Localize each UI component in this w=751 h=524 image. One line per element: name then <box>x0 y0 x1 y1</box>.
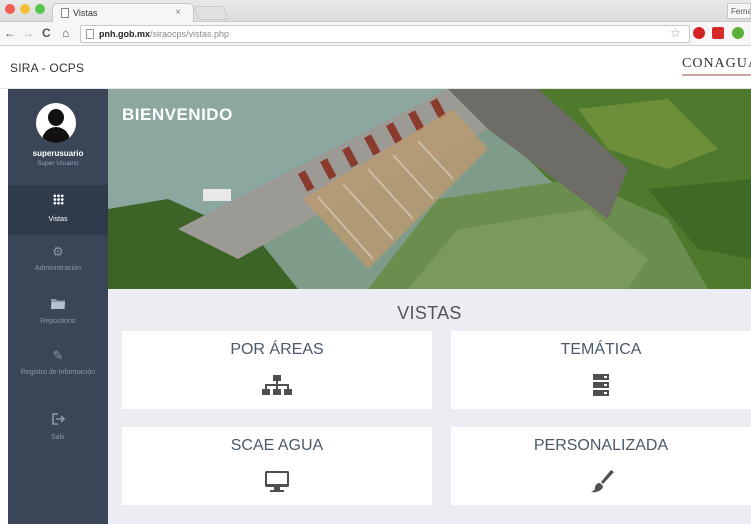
close-window-button[interactable] <box>5 4 15 14</box>
minimize-window-button[interactable] <box>20 4 30 14</box>
sidebar-item-label: Vistas <box>48 216 68 223</box>
page-icon <box>61 8 69 18</box>
user-icon-head <box>48 109 64 126</box>
sitemap-icon <box>122 373 432 397</box>
maximize-window-button[interactable] <box>35 4 45 14</box>
paintbrush-icon <box>451 469 751 493</box>
folder-icon <box>8 297 108 312</box>
user-profile: superusuario Super Usuario <box>8 89 108 185</box>
pinterest-extension-icon[interactable] <box>693 27 705 39</box>
address-bar[interactable]: pnh.gob.mx/siraocps/vistas.php <box>80 25 690 43</box>
desktop-icon <box>122 469 432 493</box>
browser-tabbar: Vistas × Ferna <box>0 0 751 22</box>
section-title: VISTAS <box>397 303 462 323</box>
sidebar-item-administracion[interactable]: ⚙ Administración <box>8 237 108 287</box>
logo-subline <box>682 74 751 76</box>
new-tab-button[interactable] <box>193 6 229 20</box>
card-scae-agua[interactable]: SCAE AGUA <box>122 427 432 505</box>
gear-icon: ⚙ <box>52 244 64 259</box>
card-por-areas[interactable]: POR ÁREAS <box>122 331 432 409</box>
sidebar-item-registro[interactable]: ✎ Registro de Información <box>8 341 108 403</box>
card-label: SCAE AGUA <box>230 437 324 454</box>
grid-icon <box>52 194 64 205</box>
app-header: SIRA - OCPS CONAGUA <box>0 46 751 89</box>
page-icon <box>86 29 94 39</box>
browser-user-badge[interactable]: Ferna <box>727 3 751 19</box>
sidebar-item-label: Administración <box>35 265 81 272</box>
reload-icon[interactable]: C <box>42 27 51 39</box>
sign-out-icon <box>8 413 108 428</box>
browser-toolbar: ← → C ⌂ pnh.gob.mx/siraocps/vistas.php ☆ <box>0 22 751 46</box>
bookmark-star-icon[interactable]: ☆ <box>670 26 681 40</box>
sidebar-item-label: Registro de Información <box>20 369 96 376</box>
main-content: VISTAS POR ÁREAS TEMÁTICA SCAE AGUA PERS… <box>108 289 751 524</box>
card-label: PERSONALIZADA <box>533 437 669 454</box>
extension-green-icon[interactable] <box>732 27 744 39</box>
card-label: POR ÁREAS <box>230 341 324 358</box>
hero-title: BIENVENIDO <box>122 105 233 124</box>
browser-tab[interactable]: Vistas × <box>52 3 194 22</box>
card-personalizada[interactable]: PERSONALIZADA <box>451 427 751 505</box>
hero-banner: BIENVENIDO <box>108 89 751 289</box>
pencil-icon: ✎ <box>52 348 64 363</box>
url-host: pnh.gob.mx <box>99 29 150 39</box>
home-icon[interactable]: ⌂ <box>62 27 69 39</box>
back-arrow-icon[interactable]: ← <box>4 27 16 39</box>
username: superusuario <box>32 149 84 158</box>
sidebar-item-salir[interactable]: Salir <box>8 405 108 455</box>
sidebar-item-label: Repositorio <box>40 318 76 325</box>
sidebar-item-label: Salir <box>50 434 65 441</box>
conagua-logo: CONAGUA <box>682 56 751 71</box>
card-label: TEMÁTICA <box>560 341 642 358</box>
tab-close-button[interactable]: × <box>175 7 181 18</box>
avatar <box>36 103 76 143</box>
app-brand[interactable]: SIRA - OCPS <box>10 61 84 75</box>
extension-icon[interactable] <box>712 27 724 39</box>
sidebar: superusuario Super Usuario Vistas ⚙ Admi… <box>8 89 108 524</box>
url-path: /siraocps/vistas.php <box>150 29 230 39</box>
card-tematica[interactable]: TEMÁTICA <box>451 331 751 409</box>
forward-arrow-icon[interactable]: → <box>22 27 34 39</box>
user-role: Super Usuario <box>37 160 79 167</box>
server-icon <box>451 373 751 397</box>
sidebar-item-vistas[interactable]: Vistas <box>8 185 108 235</box>
tab-title: Vistas <box>73 8 98 18</box>
sidebar-item-repositorio[interactable]: Repositorio <box>8 289 108 339</box>
user-icon-body <box>42 127 70 143</box>
